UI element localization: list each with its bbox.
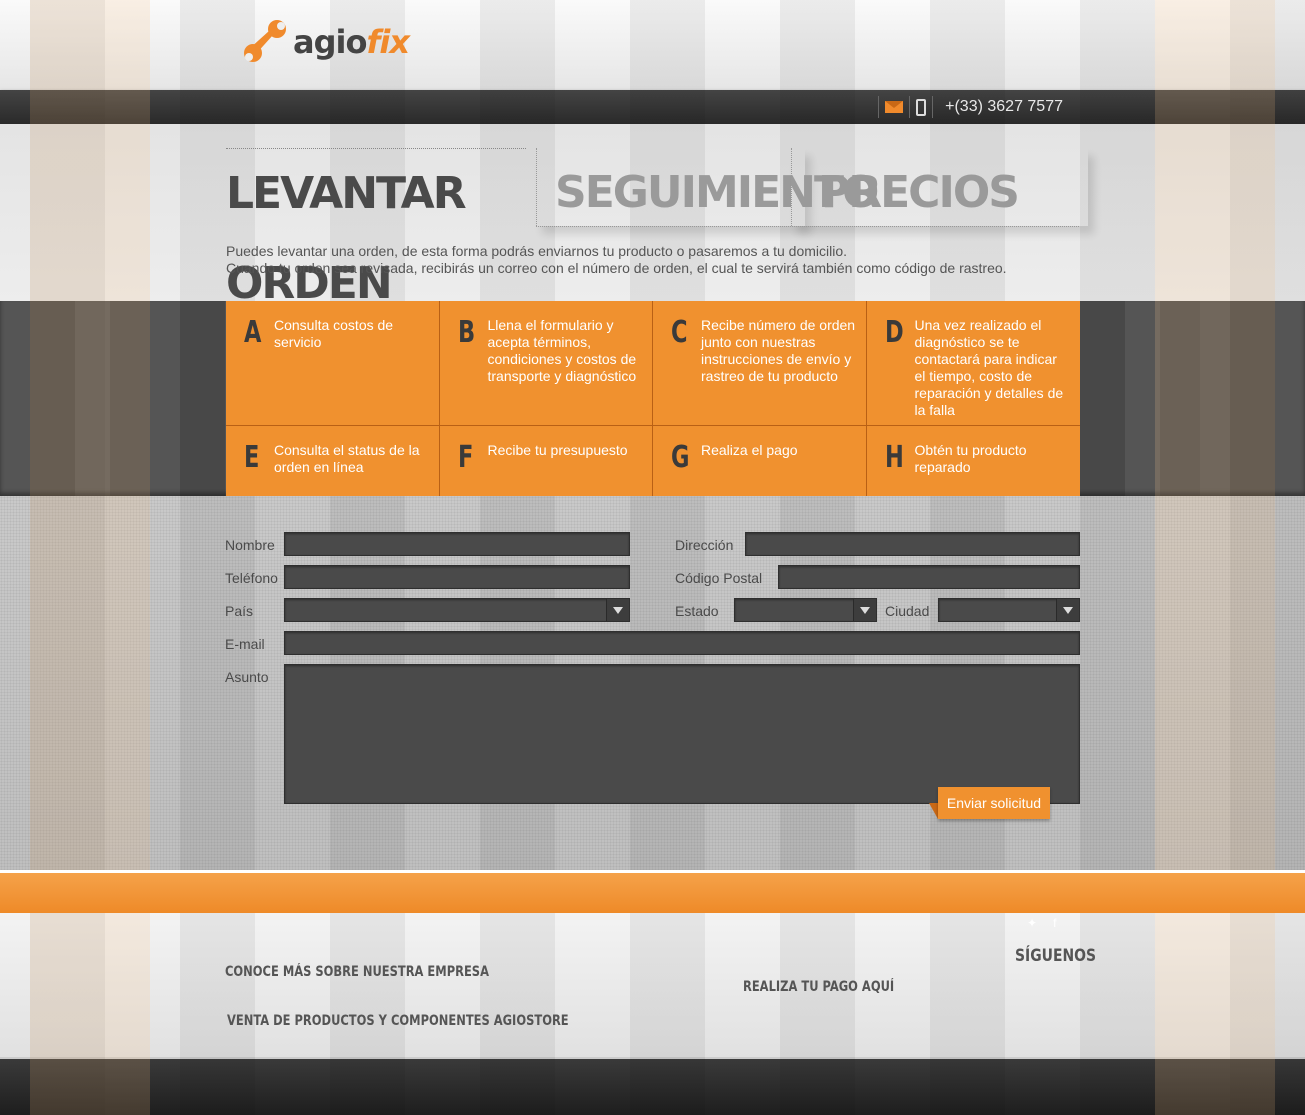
step-e: E Consulta el status de la orden en línea [226, 426, 440, 496]
step-text: Recibe tu presupuesto [487, 442, 628, 458]
contact-bar: +(33) 3627 7577 [872, 96, 1063, 118]
submit-button[interactable]: Enviar solicitud [938, 787, 1050, 819]
top-bar [0, 90, 1305, 124]
step-letter: B [457, 315, 475, 350]
tab-bar: LEVANTAR ORDEN SEGUIMIENTO PRECIOS [226, 148, 1079, 309]
divider [932, 96, 934, 118]
step-text: Llena el formulario y acepta términos, c… [487, 317, 637, 384]
bottom-bar [0, 1057, 1305, 1115]
chevron-down-icon[interactable] [1056, 599, 1079, 621]
estado-label: Estado [675, 603, 719, 619]
step-text: Una vez realizado el diagnóstico se te c… [914, 317, 1064, 418]
step-letter: F [457, 440, 473, 475]
mobile-phone-icon [916, 98, 927, 116]
direccion-label: Dirección [675, 537, 734, 553]
step-letter: G [671, 440, 690, 475]
email-field[interactable] [284, 631, 1080, 655]
pais-label: País [225, 603, 254, 619]
logo-text: agiofix [293, 23, 410, 61]
telefono-label: Teléfono [225, 570, 278, 586]
chevron-down-icon[interactable] [853, 599, 876, 621]
step-a: A Consulta costos de servicio [226, 301, 440, 426]
estado-select[interactable] [734, 598, 877, 622]
order-form: Nombre Dirección Teléfono Código Postal … [225, 531, 1080, 831]
step-letter: A [244, 315, 262, 350]
footer-section [0, 913, 1305, 1057]
step-letter: H [884, 440, 904, 475]
footer-link-agiostore[interactable]: VENTA DE PRODUCTOS Y COMPONENTES AGIOSTO… [227, 1013, 569, 1029]
footer-accent-bar [0, 870, 1305, 913]
footer-link-pago[interactable]: REALIZA TU PAGO AQUÍ [743, 979, 894, 995]
follow-us-heading: SÍGUENOS [1015, 946, 1097, 966]
pais-select[interactable] [284, 598, 630, 622]
asunto-label: Asunto [225, 669, 269, 685]
tab-levantar-orden[interactable]: LEVANTAR ORDEN [226, 148, 526, 309]
intro-line-1: Puedes levantar una orden, de esta forma… [226, 243, 848, 259]
step-text: Consulta costos de servicio [274, 317, 394, 350]
nombre-label: Nombre [225, 537, 275, 553]
ciudad-label: Ciudad [885, 603, 930, 619]
step-h: H Obtén tu producto reparado [866, 426, 1080, 496]
step-text: Obtén tu producto reparado [914, 442, 1027, 475]
step-letter: D [884, 315, 904, 350]
intro-text: Puedes levantar una orden, de esta forma… [226, 243, 1086, 277]
step-letter: C [671, 315, 688, 350]
step-text: Consulta el status de la orden en línea [274, 442, 420, 475]
nombre-field[interactable] [284, 532, 630, 556]
step-d: D Una vez realizado el diagnóstico se te … [866, 301, 1080, 426]
tab-seguimiento[interactable]: SEGUIMIENTO [536, 148, 879, 226]
facebook-icon[interactable]: f [1053, 916, 1056, 930]
divider [878, 96, 880, 118]
step-text: Realiza el pago [701, 442, 798, 458]
codigo-postal-field[interactable] [778, 565, 1080, 589]
step-c: C Recibe número de orden junto con nuestr… [653, 301, 867, 426]
wrench-logo-icon [243, 19, 291, 65]
asunto-textarea[interactable] [284, 664, 1080, 804]
footer-link-empresa[interactable]: CONOCE MÁS SOBRE NUESTRA EMPRESA [225, 964, 489, 980]
email-label: E-mail [225, 636, 265, 652]
step-b: B Llena el formulario y acepta términos, … [439, 301, 653, 426]
submit-fold [929, 803, 938, 819]
step-letter: E [244, 440, 260, 475]
tab-precios[interactable]: PRECIOS [791, 148, 1088, 226]
steps-grid: A Consulta costos de servicio B Llena el f… [226, 301, 1080, 496]
intro-line-2: Cuando tu orden sea revisada, recibirás … [226, 260, 1007, 276]
header [0, 0, 1305, 90]
step-text: Recibe número de orden junto con nuestra… [701, 317, 856, 384]
tab-divider [536, 226, 1079, 227]
twitter-icon[interactable]: ✦ [1027, 916, 1037, 930]
social-icons: ✦ f [1027, 916, 1077, 930]
chevron-down-icon[interactable] [606, 599, 629, 621]
step-f: F Recibe tu presupuesto [439, 426, 653, 496]
ciudad-select[interactable] [938, 598, 1080, 622]
divider [909, 96, 911, 118]
telefono-field[interactable] [284, 565, 630, 589]
codigo-postal-label: Código Postal [675, 570, 763, 586]
step-g: G Realiza el pago [653, 426, 867, 496]
mail-icon[interactable] [885, 101, 904, 113]
phone-number: +(33) 3627 7577 [945, 98, 1063, 115]
direccion-field[interactable] [745, 532, 1080, 556]
logo[interactable]: agiofix [243, 17, 413, 67]
